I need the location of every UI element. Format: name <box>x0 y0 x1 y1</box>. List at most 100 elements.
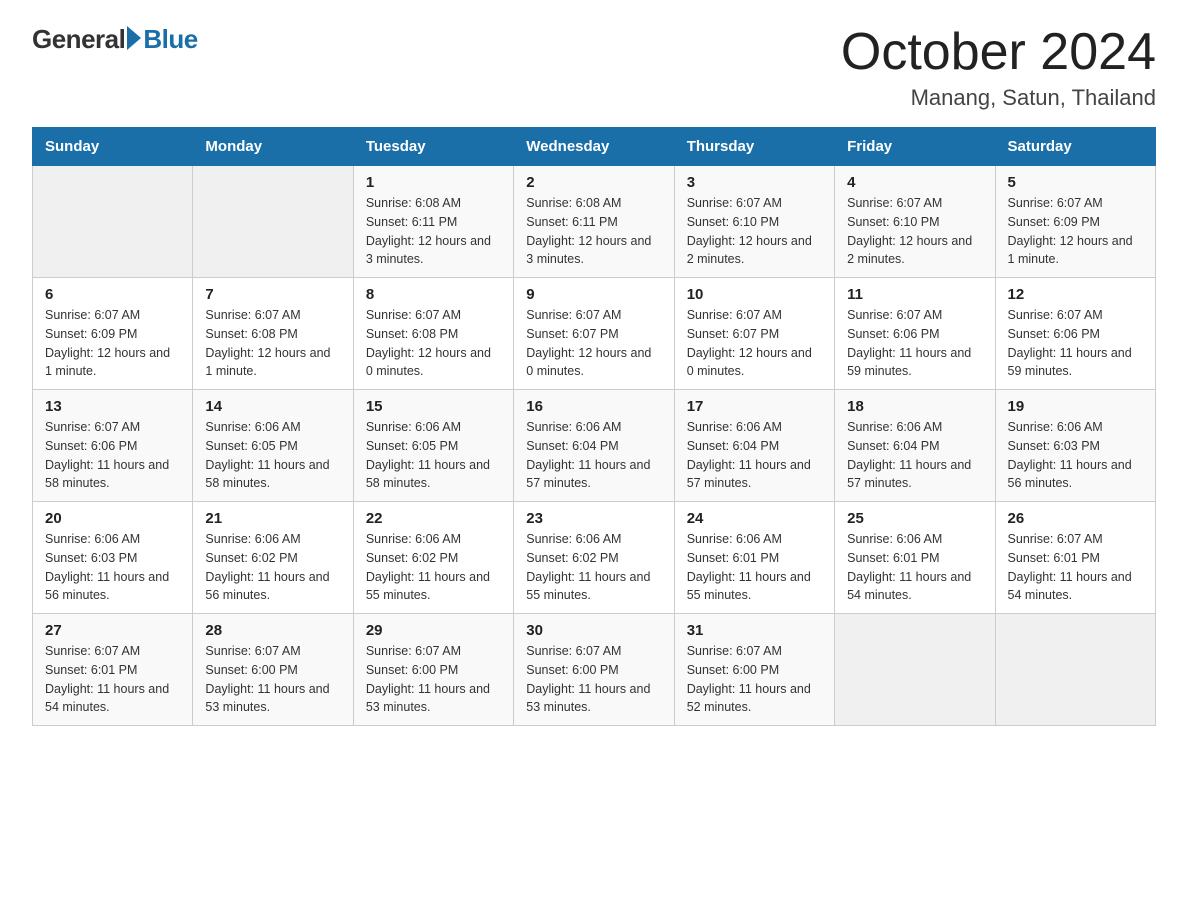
calendar-week-row: 27 Sunrise: 6:07 AM Sunset: 6:01 PM Dayli… <box>33 614 1156 726</box>
day-info: Sunrise: 6:06 AM Sunset: 6:01 PM Dayligh… <box>847 530 982 605</box>
day-info: Sunrise: 6:06 AM Sunset: 6:03 PM Dayligh… <box>1008 418 1143 493</box>
day-number: 14 <box>205 398 340 415</box>
day-number: 1 <box>366 174 501 191</box>
calendar-cell: 22Sunrise: 6:06 AM Sunset: 6:02 PM Dayli… <box>353 502 513 614</box>
day-info: Sunrise: 6:08 AM Sunset: 6:11 PM Dayligh… <box>366 194 501 269</box>
day-number: 16 <box>526 398 661 415</box>
day-info: Sunrise: 6:06 AM Sunset: 6:02 PM Dayligh… <box>526 530 661 605</box>
weekday-header-thursday: Thursday <box>674 128 834 166</box>
day-number: 8 <box>366 286 501 303</box>
weekday-header-friday: Friday <box>835 128 995 166</box>
calendar-cell: 12 Sunrise: 6:07 AM Sunset: 6:06 PM Dayli… <box>995 278 1155 390</box>
day-number: 17 <box>687 398 822 415</box>
logo: General Blue <box>32 24 198 55</box>
location-title: Manang, Satun, Thailand <box>841 85 1156 111</box>
calendar-week-row: 13Sunrise: 6:07 AM Sunset: 6:06 PM Dayli… <box>33 390 1156 502</box>
calendar-cell: 21 Sunrise: 6:06 AM Sunset: 6:02 PM Dayli… <box>193 502 353 614</box>
day-number: 11 <box>847 286 982 303</box>
calendar-cell <box>33 166 193 278</box>
calendar-cell: 28 Sunrise: 6:07 AM Sunset: 6:00 PM Dayli… <box>193 614 353 726</box>
day-info: Sunrise: 6:07 AM Sunset: 6:00 PM Dayligh… <box>366 642 501 717</box>
day-info: Sunrise: 6:07 AM Sunset: 6:07 PM Dayligh… <box>526 306 661 381</box>
calendar-cell: 7 Sunrise: 6:07 AM Sunset: 6:08 PM Daylig… <box>193 278 353 390</box>
day-number: 25 <box>847 510 982 527</box>
day-number: 20 <box>45 510 180 527</box>
calendar-cell: 10 Sunrise: 6:07 AM Sunset: 6:07 PM Dayli… <box>674 278 834 390</box>
calendar-cell: 17 Sunrise: 6:06 AM Sunset: 6:04 PM Dayli… <box>674 390 834 502</box>
day-info: Sunrise: 6:06 AM Sunset: 6:04 PM Dayligh… <box>847 418 982 493</box>
calendar-cell: 27 Sunrise: 6:07 AM Sunset: 6:01 PM Dayli… <box>33 614 193 726</box>
page-header: General Blue October 2024 Manang, Satun,… <box>32 24 1156 111</box>
day-number: 29 <box>366 622 501 639</box>
calendar-cell: 20 Sunrise: 6:06 AM Sunset: 6:03 PM Dayli… <box>33 502 193 614</box>
day-info: Sunrise: 6:07 AM Sunset: 6:01 PM Dayligh… <box>45 642 180 717</box>
day-number: 7 <box>205 286 340 303</box>
day-number: 24 <box>687 510 822 527</box>
day-info: Sunrise: 6:07 AM Sunset: 6:01 PM Dayligh… <box>1008 530 1143 605</box>
day-number: 19 <box>1008 398 1143 415</box>
calendar-cell <box>193 166 353 278</box>
day-info: Sunrise: 6:07 AM Sunset: 6:00 PM Dayligh… <box>687 642 822 717</box>
weekday-header-saturday: Saturday <box>995 128 1155 166</box>
day-number: 6 <box>45 286 180 303</box>
day-info: Sunrise: 6:06 AM Sunset: 6:05 PM Dayligh… <box>366 418 501 493</box>
day-info: Sunrise: 6:07 AM Sunset: 6:09 PM Dayligh… <box>45 306 180 381</box>
day-info: Sunrise: 6:06 AM Sunset: 6:04 PM Dayligh… <box>687 418 822 493</box>
calendar-cell: 30Sunrise: 6:07 AM Sunset: 6:00 PM Dayli… <box>514 614 674 726</box>
day-info: Sunrise: 6:07 AM Sunset: 6:10 PM Dayligh… <box>687 194 822 269</box>
day-number: 21 <box>205 510 340 527</box>
day-number: 28 <box>205 622 340 639</box>
calendar-cell: 29 Sunrise: 6:07 AM Sunset: 6:00 PM Dayli… <box>353 614 513 726</box>
day-number: 30 <box>526 622 661 639</box>
day-info: Sunrise: 6:07 AM Sunset: 6:08 PM Dayligh… <box>205 306 340 381</box>
day-number: 18 <box>847 398 982 415</box>
calendar-cell: 16 Sunrise: 6:06 AM Sunset: 6:04 PM Dayli… <box>514 390 674 502</box>
calendar-cell <box>995 614 1155 726</box>
weekday-header-wednesday: Wednesday <box>514 128 674 166</box>
day-number: 27 <box>45 622 180 639</box>
calendar-cell: 23 Sunrise: 6:06 AM Sunset: 6:02 PM Dayli… <box>514 502 674 614</box>
weekday-header-monday: Monday <box>193 128 353 166</box>
day-number: 2 <box>526 174 661 191</box>
day-info: Sunrise: 6:06 AM Sunset: 6:03 PM Dayligh… <box>45 530 180 605</box>
calendar-cell: 6 Sunrise: 6:07 AM Sunset: 6:09 PM Daylig… <box>33 278 193 390</box>
calendar-cell: 1 Sunrise: 6:08 AM Sunset: 6:11 PM Daylig… <box>353 166 513 278</box>
calendar-week-row: 20 Sunrise: 6:06 AM Sunset: 6:03 PM Dayli… <box>33 502 1156 614</box>
calendar-cell: 14Sunrise: 6:06 AM Sunset: 6:05 PM Dayli… <box>193 390 353 502</box>
calendar-cell: 25 Sunrise: 6:06 AM Sunset: 6:01 PM Dayli… <box>835 502 995 614</box>
day-info: Sunrise: 6:07 AM Sunset: 6:10 PM Dayligh… <box>847 194 982 269</box>
title-block: October 2024 Manang, Satun, Thailand <box>841 24 1156 111</box>
weekday-header-tuesday: Tuesday <box>353 128 513 166</box>
day-number: 31 <box>687 622 822 639</box>
calendar-cell: 3Sunrise: 6:07 AM Sunset: 6:10 PM Daylig… <box>674 166 834 278</box>
calendar-cell: 5Sunrise: 6:07 AM Sunset: 6:09 PM Daylig… <box>995 166 1155 278</box>
day-info: Sunrise: 6:07 AM Sunset: 6:09 PM Dayligh… <box>1008 194 1143 269</box>
calendar-cell: 4Sunrise: 6:07 AM Sunset: 6:10 PM Daylig… <box>835 166 995 278</box>
calendar-cell: 2 Sunrise: 6:08 AM Sunset: 6:11 PM Daylig… <box>514 166 674 278</box>
day-info: Sunrise: 6:07 AM Sunset: 6:06 PM Dayligh… <box>847 306 982 381</box>
calendar-week-row: 1 Sunrise: 6:08 AM Sunset: 6:11 PM Daylig… <box>33 166 1156 278</box>
calendar-week-row: 6 Sunrise: 6:07 AM Sunset: 6:09 PM Daylig… <box>33 278 1156 390</box>
day-number: 12 <box>1008 286 1143 303</box>
day-number: 23 <box>526 510 661 527</box>
day-number: 26 <box>1008 510 1143 527</box>
weekday-header-sunday: Sunday <box>33 128 193 166</box>
weekday-header-row: SundayMondayTuesdayWednesdayThursdayFrid… <box>33 128 1156 166</box>
calendar-cell: 15Sunrise: 6:06 AM Sunset: 6:05 PM Dayli… <box>353 390 513 502</box>
day-number: 22 <box>366 510 501 527</box>
day-info: Sunrise: 6:08 AM Sunset: 6:11 PM Dayligh… <box>526 194 661 269</box>
day-info: Sunrise: 6:07 AM Sunset: 6:00 PM Dayligh… <box>205 642 340 717</box>
calendar-cell <box>835 614 995 726</box>
calendar-cell: 18 Sunrise: 6:06 AM Sunset: 6:04 PM Dayli… <box>835 390 995 502</box>
day-number: 9 <box>526 286 661 303</box>
day-info: Sunrise: 6:07 AM Sunset: 6:06 PM Dayligh… <box>1008 306 1143 381</box>
calendar-cell: 11 Sunrise: 6:07 AM Sunset: 6:06 PM Dayli… <box>835 278 995 390</box>
day-info: Sunrise: 6:06 AM Sunset: 6:02 PM Dayligh… <box>205 530 340 605</box>
calendar-cell: 13Sunrise: 6:07 AM Sunset: 6:06 PM Dayli… <box>33 390 193 502</box>
day-info: Sunrise: 6:07 AM Sunset: 6:07 PM Dayligh… <box>687 306 822 381</box>
day-number: 10 <box>687 286 822 303</box>
calendar-table: SundayMondayTuesdayWednesdayThursdayFrid… <box>32 127 1156 726</box>
logo-arrow-icon <box>127 26 141 50</box>
day-info: Sunrise: 6:06 AM Sunset: 6:04 PM Dayligh… <box>526 418 661 493</box>
logo-general-text: General <box>32 24 125 55</box>
